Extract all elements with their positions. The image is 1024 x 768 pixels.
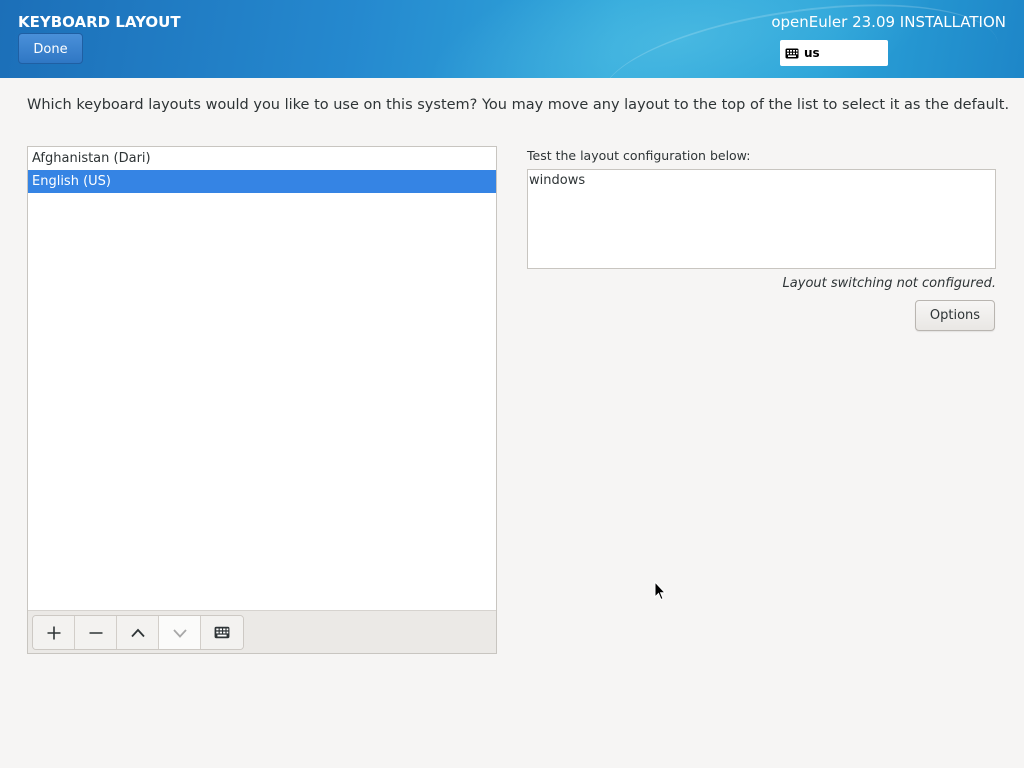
remove-layout-button[interactable] xyxy=(75,616,117,649)
plus-icon xyxy=(47,626,60,639)
move-up-button[interactable] xyxy=(117,616,159,649)
minus-icon xyxy=(89,631,102,634)
layout-switching-status: Layout switching not configured. xyxy=(782,276,996,291)
layout-code: us xyxy=(804,46,820,60)
layout-list-item[interactable]: Afghanistan (Dari) xyxy=(28,147,496,170)
instructions-text: Which keyboard layouts would you like to… xyxy=(27,97,1010,113)
chevron-down-icon xyxy=(172,628,187,638)
toolbar-button-group xyxy=(32,615,244,650)
keyboard-layout-indicator[interactable]: us xyxy=(780,40,888,66)
done-button[interactable]: Done xyxy=(18,33,83,64)
preview-layout-button[interactable] xyxy=(201,616,243,649)
keyboard-icon xyxy=(214,626,230,639)
spoke-title: KEYBOARD LAYOUT xyxy=(18,13,181,31)
keyboard-icon xyxy=(785,48,799,58)
mouse-pointer-icon xyxy=(654,581,666,601)
test-layout-textarea[interactable]: windows xyxy=(527,169,996,269)
add-layout-button[interactable] xyxy=(33,616,75,649)
move-down-button[interactable] xyxy=(159,616,201,649)
test-layout-label: Test the layout configuration below: xyxy=(527,148,751,163)
chevron-up-icon xyxy=(130,628,145,637)
layout-list-toolbar xyxy=(28,610,496,653)
layout-list-panel: Afghanistan (Dari) English (US) xyxy=(27,146,497,654)
options-button[interactable]: Options xyxy=(915,300,995,331)
header-bar: KEYBOARD LAYOUT Done openEuler 23.09 INS… xyxy=(0,0,1024,78)
product-title: openEuler 23.09 INSTALLATION xyxy=(771,13,1006,31)
layout-list-item[interactable]: English (US) xyxy=(28,170,496,193)
